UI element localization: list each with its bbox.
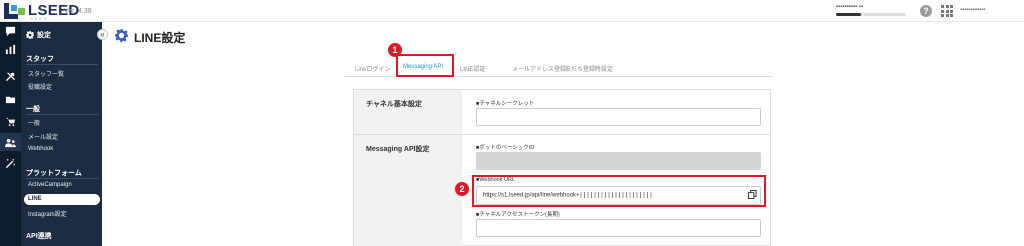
- folder-icon[interactable]: [0, 90, 21, 108]
- channel-access-token-input[interactable]: [476, 219, 761, 237]
- section-title-staff: スタッフ: [26, 56, 54, 63]
- row-label-channel-basic: チャネル基本設定: [354, 90, 462, 134]
- divider: [26, 114, 98, 115]
- bar-chart-icon[interactable]: [0, 40, 21, 58]
- users-icon[interactable]: [0, 133, 21, 151]
- section-title-general: 一般: [26, 106, 40, 113]
- tab-line-login[interactable]: Lineログイン: [355, 64, 390, 73]
- sidebar-item-general[interactable]: 一般: [28, 118, 40, 127]
- logo-subtext: SEED: [30, 16, 49, 21]
- usage-bar: [836, 13, 906, 16]
- bot-basic-id-field: [476, 152, 761, 170]
- settings-label: 設定: [37, 32, 51, 39]
- account-menu[interactable]: ▪▪▪▪▪▪▪▪▪▪▪▪: [960, 7, 986, 13]
- tools-icon[interactable]: [0, 67, 21, 85]
- sidebar-item-activecampaign[interactable]: ActiveCampaign: [28, 182, 72, 188]
- chat-icon[interactable]: [0, 22, 21, 40]
- collapse-sidebar-button[interactable]: «: [97, 29, 108, 40]
- user-usage: ▪▪▪▪▪▪▪▪▪▪ ▪▪: [836, 4, 906, 18]
- sidebar-item-instagram[interactable]: Instagram設定: [28, 209, 67, 218]
- divider: [26, 64, 98, 65]
- usage-bar-fill: [836, 13, 861, 16]
- field-label-bot-basic-id: ■ボットのベーシックID: [476, 145, 535, 151]
- page-title: LINE設定: [134, 31, 186, 45]
- sidebar-item-line[interactable]: LINE: [24, 194, 100, 205]
- sidebar-item-mail-settings[interactable]: メール設定: [28, 132, 58, 141]
- field-label-channel-secret: ■チャネルシークレット: [476, 101, 535, 107]
- tab-email-registration[interactable]: メールアドレス登録: [512, 64, 566, 73]
- magic-wand-icon[interactable]: [0, 154, 21, 172]
- annotation-badge-2: 2: [455, 182, 469, 196]
- channel-secret-input[interactable]: [476, 108, 761, 126]
- section-title-api: API連携: [26, 233, 52, 240]
- field-label-channel-access-token: ■チャネルアクセストークン(長期): [476, 212, 560, 218]
- divider: [26, 178, 98, 179]
- settings-menu-header[interactable]: 設定: [26, 30, 51, 40]
- annotation-badge-1: 1: [388, 43, 402, 57]
- user-name: ▪▪▪▪▪▪▪▪▪▪ ▪▪: [836, 4, 864, 10]
- gear-icon: [115, 29, 128, 42]
- gear-icon: [26, 31, 34, 39]
- version-label: Ver. 4.38: [64, 8, 92, 15]
- cart-icon[interactable]: [0, 112, 21, 130]
- side-menu: 設定 スタッフ スタッフ一覧 役職設定 一般 一般 メール設定 Webhook …: [21, 22, 102, 246]
- question-circle-icon[interactable]: ?: [920, 5, 932, 17]
- tab-friend-registration[interactable]: 友だち登録時設定: [565, 64, 613, 73]
- icon-strip: [0, 22, 21, 246]
- sidebar-item-staff-list[interactable]: スタッフ一覧: [28, 69, 64, 78]
- section-title-platform: プラットフォーム: [26, 170, 82, 177]
- sidebar-item-webhook[interactable]: Webhook: [28, 146, 53, 152]
- top-bar: LSEED SEED Ver. 4.38 ▪▪▪▪▪▪▪▪▪▪ ▪▪ ? ▪▪▪…: [0, 0, 1024, 22]
- annotation-box-1: [396, 54, 454, 77]
- annotation-box-2: [472, 175, 766, 207]
- lseed-logo-icon[interactable]: [4, 3, 26, 19]
- row-label-messaging-api: Messaging API設定: [354, 135, 462, 246]
- grid-icon[interactable]: [941, 5, 953, 17]
- tab-line-auth[interactable]: LINE認証: [460, 64, 485, 73]
- sidebar-item-roles[interactable]: 役職設定: [28, 82, 52, 91]
